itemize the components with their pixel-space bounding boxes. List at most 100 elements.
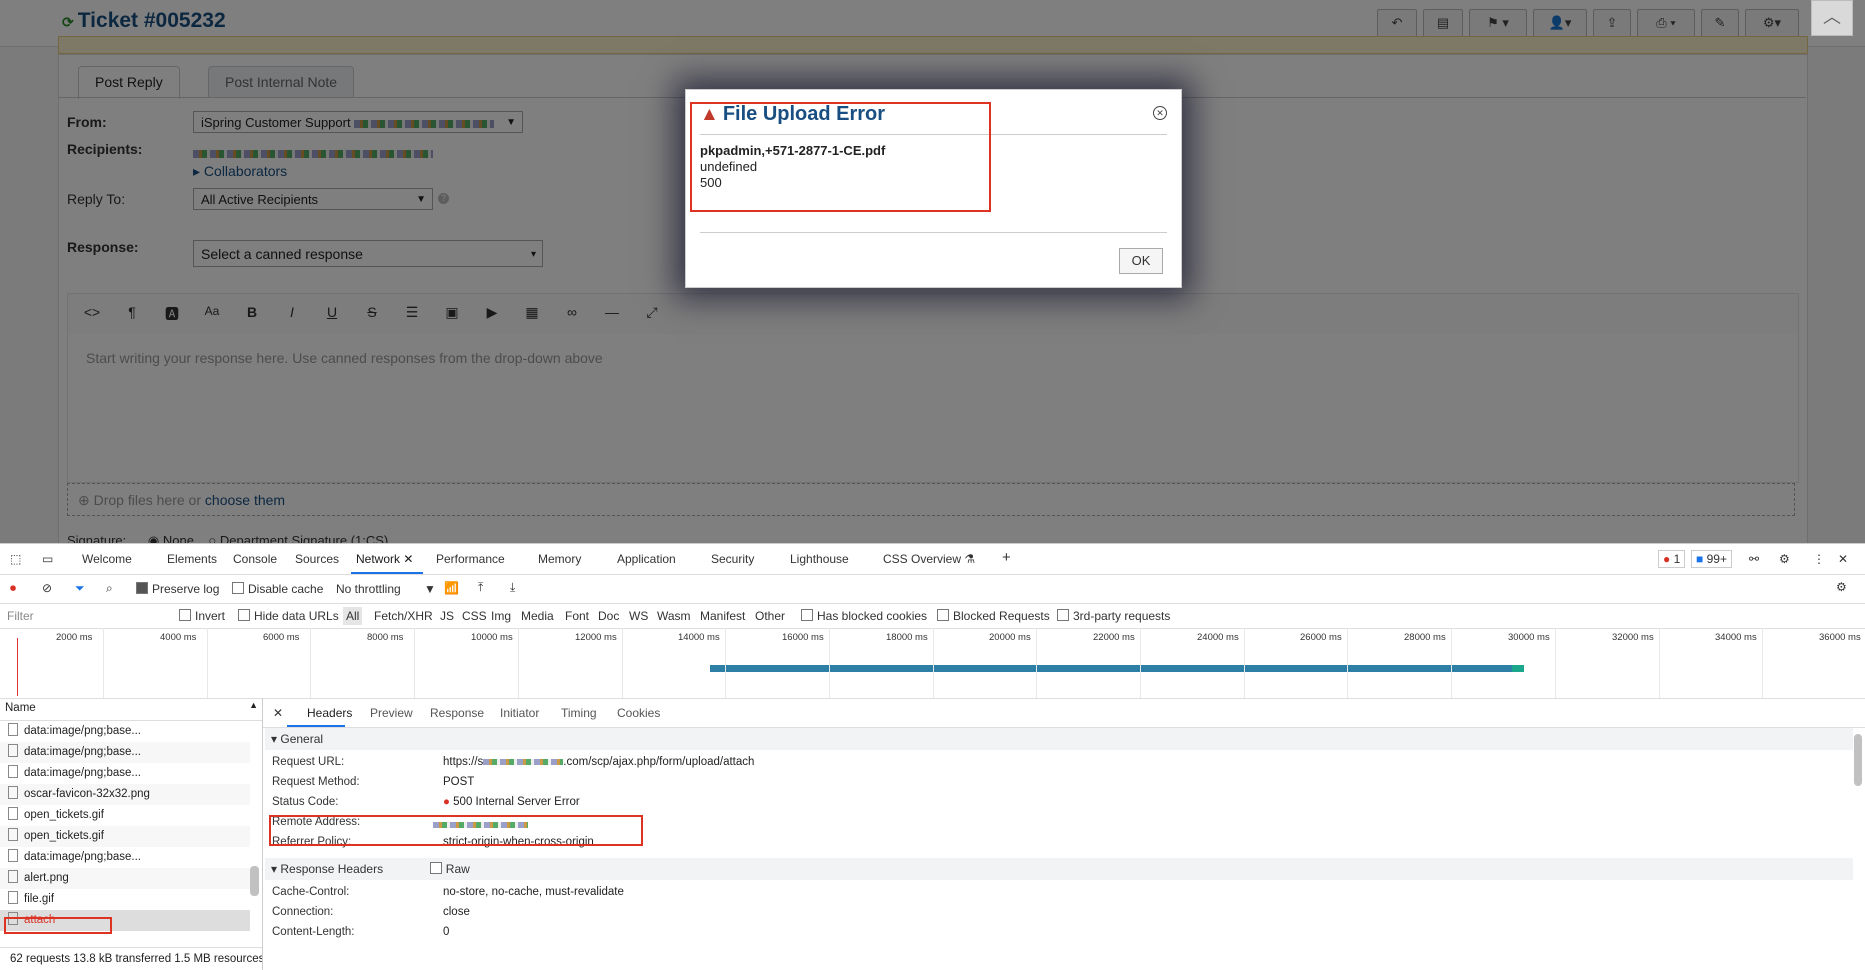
details-scrollbar[interactable] [1854, 734, 1862, 786]
type-filter-doc[interactable]: Doc [598, 609, 619, 623]
network-settings-icon[interactable]: ⚙ [1836, 580, 1847, 594]
raw-checkbox[interactable]: Raw [429, 862, 470, 876]
timeline-request-bar [710, 665, 1524, 672]
timeline-gridline [725, 628, 726, 698]
timeline-tick-label: 14000 ms [678, 632, 720, 643]
type-filter-other[interactable]: Other [755, 609, 785, 623]
timeline-tick-label: 36000 ms [1819, 632, 1861, 643]
tab-sources[interactable]: Sources [295, 552, 339, 566]
request-row[interactable]: alert.png [0, 868, 250, 889]
timeline-gridline [1451, 628, 1452, 698]
type-filter-fetch-xhr[interactable]: Fetch/XHR [374, 609, 433, 623]
more-tabs-icon[interactable]: + [1002, 549, 1011, 566]
timeline-gridline [1036, 628, 1037, 698]
request-url-label: Request URL: [272, 756, 345, 768]
network-timeline[interactable]: 2000 ms 4000 ms 6000 ms 8000 ms 10000 ms 1200… [0, 628, 1865, 699]
tab-cookies[interactable]: Cookies [617, 706, 660, 720]
close-icon[interactable]: ✕ [1838, 552, 1848, 566]
request-name: data:image/png;base... [24, 746, 141, 758]
type-filter-wasm[interactable]: Wasm [657, 609, 691, 623]
close-icon[interactable]: ✕ [1153, 106, 1167, 120]
tab-headers[interactable]: Headers [307, 706, 352, 720]
active-tab-indicator [351, 572, 423, 574]
third-party-checkbox[interactable]: 3rd-party requests [1057, 609, 1170, 623]
tab-elements[interactable]: Elements [167, 552, 217, 566]
tab-css-overview[interactable]: CSS Overview ⚗ [883, 552, 975, 566]
request-row[interactable]: data:image/png;base... [0, 721, 250, 742]
highlight-box-dialog [690, 102, 991, 212]
preserve-log-checkbox[interactable]: Preserve log [136, 582, 219, 596]
tab-initiator[interactable]: Initiator [500, 706, 539, 720]
request-list-scrollbar[interactable] [250, 866, 259, 896]
response-headers-section-header[interactable]: ▾ Response Headers Raw [265, 858, 1853, 880]
timeline-gridline [1659, 628, 1660, 698]
tab-preview[interactable]: Preview [370, 706, 413, 720]
request-row[interactable]: open_tickets.gif [0, 805, 250, 826]
wifi-icon[interactable]: 📶 [444, 581, 459, 595]
tab-memory[interactable]: Memory [538, 552, 581, 566]
request-row[interactable]: data:image/png;base... [0, 763, 250, 784]
request-row[interactable]: data:image/png;base... [0, 742, 250, 763]
request-row[interactable]: open_tickets.gif [0, 826, 250, 847]
dialog-divider [700, 232, 1167, 233]
device-toolbar-icon[interactable]: ▭ [42, 552, 53, 566]
name-column-header[interactable]: Name ▲ [0, 698, 262, 721]
file-icon [8, 807, 18, 820]
request-name: oscar-favicon-32x32.png [24, 788, 150, 800]
tab-application[interactable]: Application [617, 552, 676, 566]
timeline-tick-label: 12000 ms [575, 632, 617, 643]
request-row[interactable]: file.gif [0, 889, 250, 910]
file-icon [8, 744, 18, 757]
close-icon[interactable]: ✕ [273, 706, 283, 720]
tab-network[interactable]: Network ✕ [356, 552, 413, 566]
type-filter-img[interactable]: Img [491, 609, 511, 623]
type-filter-all[interactable]: All [343, 607, 363, 625]
tab-lighthouse[interactable]: Lighthouse [790, 552, 849, 566]
request-name: open_tickets.gif [24, 830, 104, 842]
record-icon[interactable]: ⏺ [10, 581, 16, 596]
type-filter-css[interactable]: CSS [462, 609, 487, 623]
tab-security[interactable]: Security [711, 552, 754, 566]
disable-cache-checkbox[interactable]: Disable cache [232, 582, 323, 596]
type-filter-ws[interactable]: WS [629, 609, 648, 623]
tab-timing[interactable]: Timing [561, 706, 597, 720]
inspect-icon[interactable]: ⬚ [10, 552, 21, 566]
network-toolbar: ⏺ ⊘ ⏷ ⌕ Preserve log Disable cache No th… [0, 575, 1865, 604]
type-filter-manifest[interactable]: Manifest [700, 609, 745, 623]
clear-icon[interactable]: ⊘ [42, 581, 52, 595]
upload-icon[interactable]: ⤒ [478, 580, 483, 595]
error-badge[interactable]: ● 1 [1658, 550, 1686, 568]
close-icon[interactable]: ✕ [403, 552, 413, 566]
throttling-select[interactable]: No throttling ▼ [336, 582, 436, 596]
invert-checkbox[interactable]: Invert [179, 609, 225, 623]
request-row[interactable]: oscar-favicon-32x32.png [0, 784, 250, 805]
message-badge[interactable]: ■ 99+ [1691, 550, 1732, 568]
kebab-menu-icon[interactable]: ⋮ [1813, 552, 1825, 566]
ok-button[interactable]: OK [1119, 248, 1163, 274]
highlight-box-attach [4, 917, 112, 934]
general-section-header[interactable]: ▾ General [265, 728, 1853, 750]
timeline-gridline [518, 628, 519, 698]
tab-console[interactable]: Console [233, 552, 277, 566]
tab-welcome[interactable]: Welcome [82, 552, 132, 566]
type-filter-font[interactable]: Font [565, 609, 589, 623]
network-summary: 62 requests 13.8 kB transferred 1.5 MB r… [0, 947, 262, 970]
download-icon[interactable]: ⤓ [510, 580, 515, 595]
request-row[interactable]: data:image/png;base... [0, 847, 250, 868]
connect-icon[interactable]: ⚯ [1749, 552, 1759, 566]
timeline-gridline [103, 628, 104, 698]
chevron-up-icon: ︿ [1823, 7, 1841, 27]
filter-icon[interactable]: ⏷ [75, 581, 85, 596]
blocked-cookies-checkbox[interactable]: Has blocked cookies [801, 609, 927, 623]
tab-response[interactable]: Response [430, 706, 484, 720]
scroll-to-top-button[interactable]: ︿ [1811, 0, 1853, 36]
gear-icon[interactable]: ⚙ [1779, 552, 1790, 566]
hide-data-urls-checkbox[interactable]: Hide data URLs [238, 609, 339, 623]
type-filter-media[interactable]: Media [521, 609, 554, 623]
search-icon[interactable]: ⌕ [106, 581, 113, 596]
blocked-requests-checkbox[interactable]: Blocked Requests [937, 609, 1050, 623]
tab-performance[interactable]: Performance [436, 552, 505, 566]
type-filter-js[interactable]: JS [440, 609, 454, 623]
filter-input[interactable]: Filter [7, 609, 167, 623]
timeline-tick-label: 18000 ms [886, 632, 928, 643]
